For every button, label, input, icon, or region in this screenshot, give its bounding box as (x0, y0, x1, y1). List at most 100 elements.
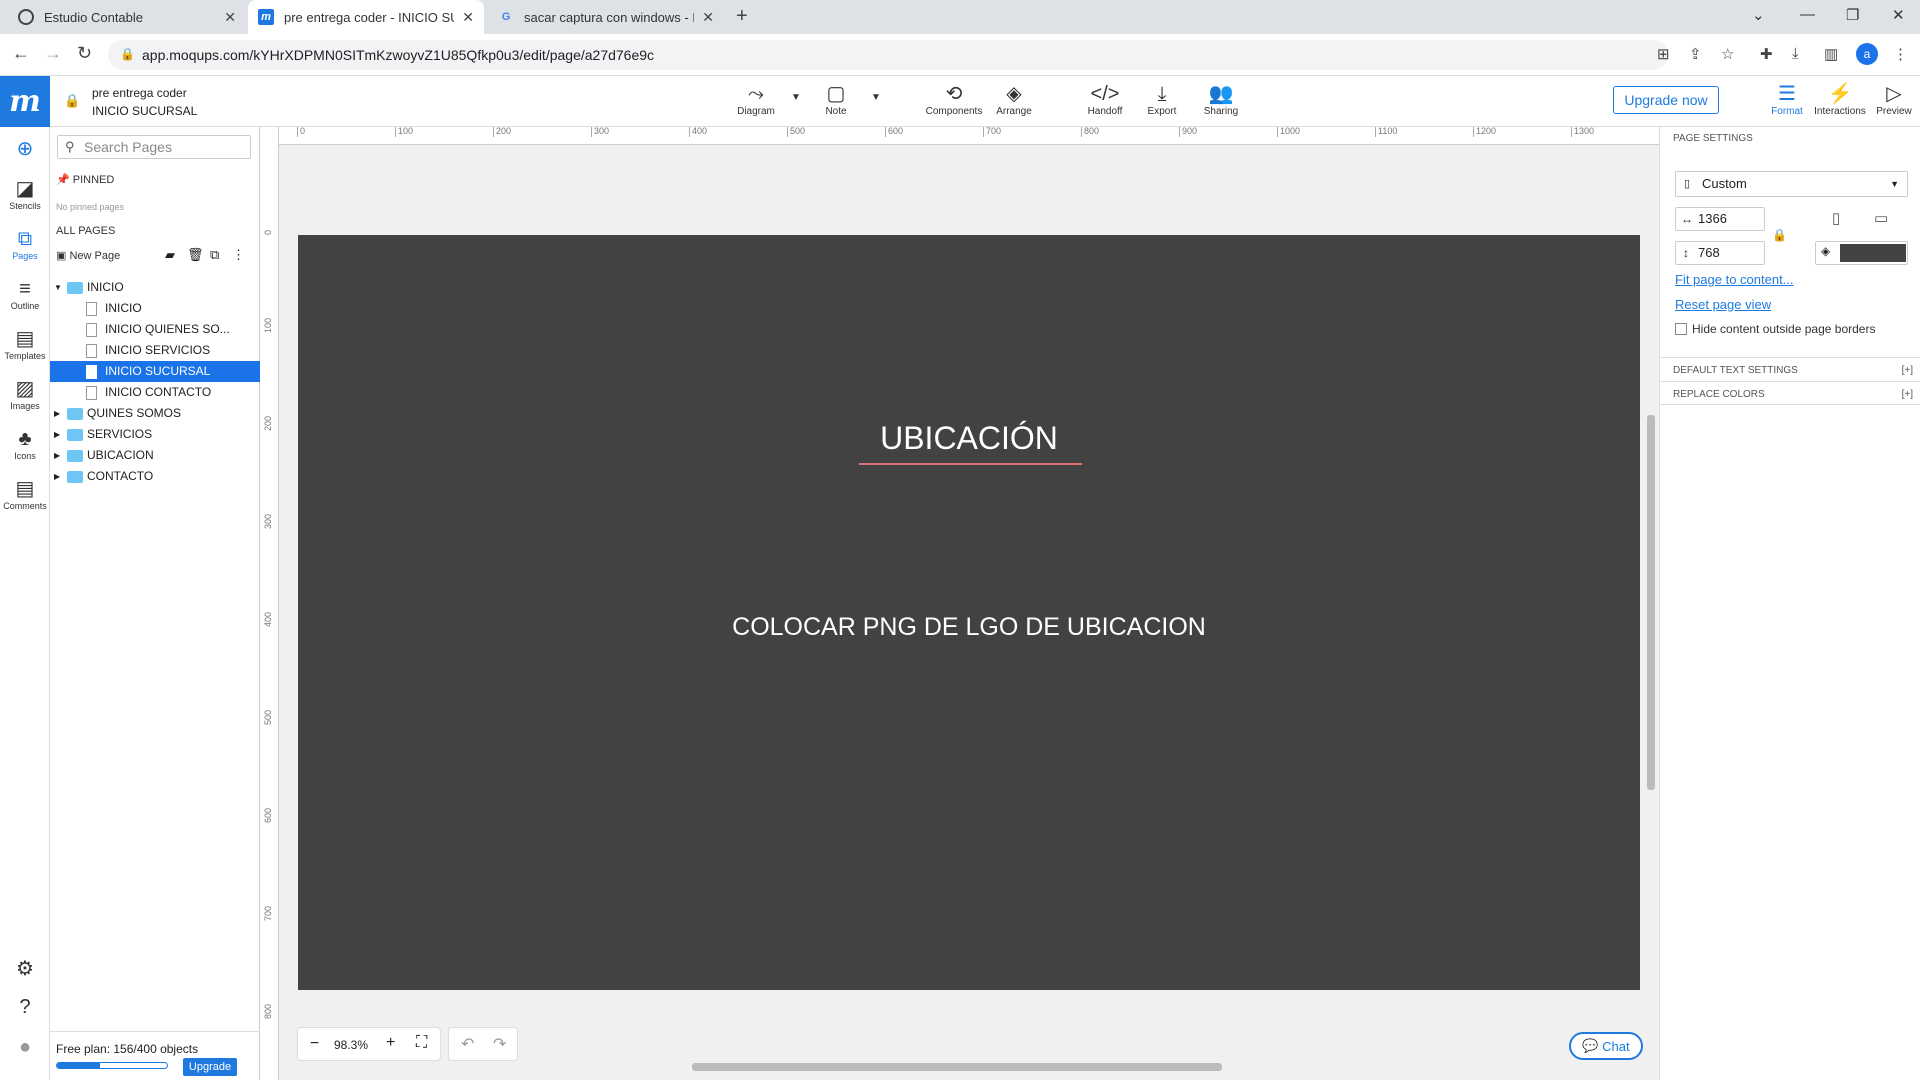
sharing-tool[interactable]: 👥 Sharing (1189, 82, 1253, 117)
ruler-tick-label: 800 (1081, 127, 1099, 137)
landscape-icon[interactable]: ▭ (1874, 209, 1888, 227)
add-button[interactable]: ⊕ (0, 137, 50, 161)
user-avatar[interactable]: ● (0, 1035, 50, 1059)
tree-folder-contacto[interactable]: ▶ CONTACTO (50, 466, 260, 487)
tree-page-inicio[interactable]: INICIO (50, 298, 260, 319)
reload-icon[interactable]: ↻ (77, 43, 92, 64)
hide-outside-checkbox[interactable] (1675, 323, 1687, 335)
background-color-picker[interactable]: ◈ (1815, 241, 1908, 265)
chevron-down-icon[interactable]: ▼ (871, 92, 881, 103)
format-panel: PAGE SETTINGS ▯ Custom ▼ ↔ 1366 ↕ 768 🔒 ▯ … (1659, 127, 1920, 1080)
close-icon[interactable]: ✕ (462, 9, 474, 26)
zoom-out-button[interactable]: − (310, 1035, 319, 1053)
page-heading[interactable]: UBICACIÓN (298, 420, 1640, 457)
more-icon[interactable]: ⋮ (232, 247, 245, 263)
undo-icon[interactable]: ↶ (461, 1034, 474, 1054)
window-close-icon[interactable]: ✕ (1892, 6, 1905, 24)
new-folder-icon[interactable]: ▰ (165, 247, 175, 263)
horizontal-scrollbar[interactable] (282, 1061, 1640, 1073)
profile-avatar[interactable]: a (1856, 43, 1878, 65)
upgrade-now-button[interactable]: Upgrade now (1613, 86, 1719, 114)
redo-icon[interactable]: ↷ (493, 1034, 506, 1054)
club-icon: ♣ (18, 428, 32, 450)
extensions-icon[interactable]: ✚ (1760, 45, 1773, 63)
tree-folder-ubicacion[interactable]: ▶ UBICACION (50, 445, 260, 466)
diagram-tool[interactable]: ⤳ Diagram (724, 82, 788, 117)
share-icon[interactable]: ⇪ (1689, 45, 1702, 63)
tab-google-search[interactable]: G sacar captura con windows - Bus ✕ (488, 0, 724, 34)
new-page-button[interactable]: ▣ New Page (56, 249, 120, 262)
handoff-tool[interactable]: </> Handoff (1073, 82, 1137, 117)
back-icon[interactable]: ← (12, 43, 30, 64)
expand-icon[interactable]: [+] (1902, 365, 1913, 376)
settings-button[interactable]: ⚙ (0, 957, 50, 981)
delete-icon[interactable]: 🗑 (187, 247, 204, 263)
tab-search-icon[interactable]: ⌄ (1752, 6, 1765, 24)
sidepanel-icon[interactable]: ▥ (1824, 45, 1838, 63)
reset-page-view-link[interactable]: Reset page view (1675, 297, 1771, 312)
heading-underline[interactable] (859, 463, 1082, 465)
minimize-icon[interactable]: — (1800, 6, 1815, 23)
search-pages-input[interactable]: ⚲ Search Pages (57, 135, 251, 159)
help-button[interactable]: ? (0, 995, 50, 1019)
chevron-down-icon[interactable]: ▼ (791, 92, 801, 103)
tab-estudio-contable[interactable]: Estudio Contable ✕ (8, 0, 246, 34)
restore-icon[interactable]: ❐ (1846, 6, 1859, 24)
chevron-right-icon[interactable]: ▶ (54, 466, 60, 487)
tree-page-inicio-contacto[interactable]: INICIO CONTACTO (50, 382, 260, 403)
zoom-in-button[interactable]: + (386, 1034, 395, 1052)
replace-colors-section[interactable]: REPLACE COLORS [+] (1660, 381, 1920, 405)
tree-folder-inicio[interactable]: ▼ INICIO (50, 277, 260, 298)
url-field[interactable]: 🔒 app.moqups.com/kYHrXDPMN0SITmKzwoyvZ1U… (108, 40, 1668, 70)
bookmark-star-icon[interactable]: ☆ (1721, 45, 1734, 63)
close-icon[interactable]: ✕ (702, 9, 714, 26)
export-tool[interactable]: ⤓ Export (1130, 82, 1194, 117)
rail-icons[interactable]: ♣ Icons (0, 427, 50, 461)
page-height-input[interactable]: ↕ 768 (1675, 241, 1765, 265)
tree-page-inicio-sucursal[interactable]: INICIO SUCURSAL (50, 361, 260, 382)
vertical-scrollbar[interactable] (1645, 150, 1657, 1060)
upgrade-button[interactable]: Upgrade (183, 1058, 237, 1076)
tree-folder-quines-somos[interactable]: ▶ QUINES SOMOS (50, 403, 260, 424)
placeholder-text[interactable]: COLOCAR PNG DE LGO DE UBICACION (298, 613, 1640, 642)
lock-icon[interactable]: 🔒 (64, 93, 80, 109)
kebab-menu-icon[interactable]: ⋮ (1893, 45, 1908, 63)
note-tool[interactable]: ▢ Note (804, 82, 868, 117)
new-tab-button[interactable]: + (736, 5, 748, 28)
chat-button[interactable]: 💬 Chat (1569, 1032, 1643, 1060)
duplicate-icon[interactable]: ⧉ (210, 247, 219, 263)
fit-screen-icon[interactable]: ⛶ (416, 1034, 427, 1052)
preview-tab[interactable]: ▷ Preview (1862, 82, 1920, 117)
page-width-input[interactable]: ↔ 1366 (1675, 207, 1765, 231)
rail-images[interactable]: ▨ Images (0, 377, 50, 411)
fit-page-link[interactable]: Fit page to content... (1675, 272, 1794, 287)
rail-outline[interactable]: ≡ Outline (0, 277, 50, 311)
arrange-tool[interactable]: ◈ Arrange (982, 82, 1046, 117)
close-icon[interactable]: ✕ (224, 9, 236, 26)
components-tool[interactable]: ⟲ Components (922, 82, 986, 117)
chevron-right-icon[interactable]: ▶ (54, 424, 60, 445)
tab-moqups[interactable]: m pre entrega coder - INICIO SUCU ✕ (248, 0, 484, 34)
lock-ratio-icon[interactable]: 🔒 (1772, 228, 1787, 242)
project-title[interactable]: pre entrega coder INICIO SUCURSAL (92, 84, 197, 120)
tree-page-inicio-quienes[interactable]: INICIO QUIENES SO... (50, 319, 260, 340)
chevron-down-icon[interactable]: ▼ (54, 277, 62, 298)
page-canvas[interactable]: UBICACIÓN COLOCAR PNG DE LGO DE UBICACIO… (298, 235, 1640, 990)
translate-icon[interactable]: ⊞ (1657, 45, 1670, 63)
rail-templates[interactable]: ▤ Templates (0, 327, 50, 361)
rail-pages[interactable]: ⧉ Pages (0, 227, 50, 261)
chevron-right-icon[interactable]: ▶ (54, 445, 60, 466)
zoom-level[interactable]: 98.3% (334, 1038, 368, 1052)
portrait-icon[interactable]: ▯ (1832, 209, 1840, 227)
rail-comments[interactable]: ▤ Comments (0, 477, 50, 511)
rail-stencils[interactable]: ◪ Stencils (0, 177, 50, 211)
default-text-settings-section[interactable]: DEFAULT TEXT SETTINGS [+] (1660, 357, 1920, 381)
download-icon[interactable]: ⤓ (1792, 45, 1799, 62)
tree-page-inicio-servicios[interactable]: INICIO SERVICIOS (50, 340, 260, 361)
tree-folder-servicios[interactable]: ▶ SERVICIOS (50, 424, 260, 445)
chevron-right-icon[interactable]: ▶ (54, 403, 60, 424)
expand-icon[interactable]: [+] (1902, 389, 1913, 400)
page-size-select[interactable]: ▯ Custom ▼ (1675, 171, 1908, 197)
forward-icon[interactable]: → (44, 43, 62, 64)
moqups-logo[interactable]: m (0, 76, 50, 127)
